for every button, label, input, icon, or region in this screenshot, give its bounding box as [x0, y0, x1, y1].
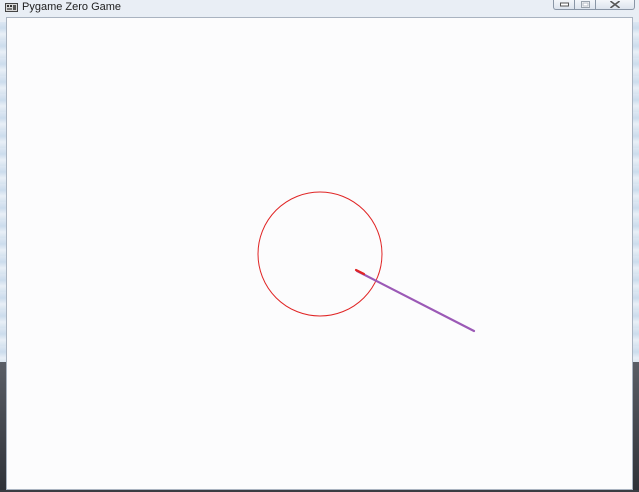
minimize-icon: [559, 2, 569, 7]
pygame-icon[interactable]: [5, 3, 18, 12]
maximize-button[interactable]: [574, 0, 596, 10]
maximize-icon: [580, 1, 590, 8]
minimize-button[interactable]: [553, 0, 575, 10]
window-frame-right: [633, 22, 639, 362]
purple-line: [355, 269, 476, 333]
window-frame-right-lower: [633, 362, 639, 492]
game-window: Pygame Zero Game: [0, 0, 639, 492]
game-canvas[interactable]: [6, 17, 633, 490]
title-bar[interactable]: Pygame Zero Game: [0, 0, 639, 17]
close-icon: [610, 1, 620, 8]
window-title: Pygame Zero Game: [22, 1, 122, 13]
game-scene: [257, 191, 476, 333]
window-controls: [553, 0, 635, 11]
close-button[interactable]: [595, 0, 635, 10]
red-circle: [257, 191, 383, 317]
